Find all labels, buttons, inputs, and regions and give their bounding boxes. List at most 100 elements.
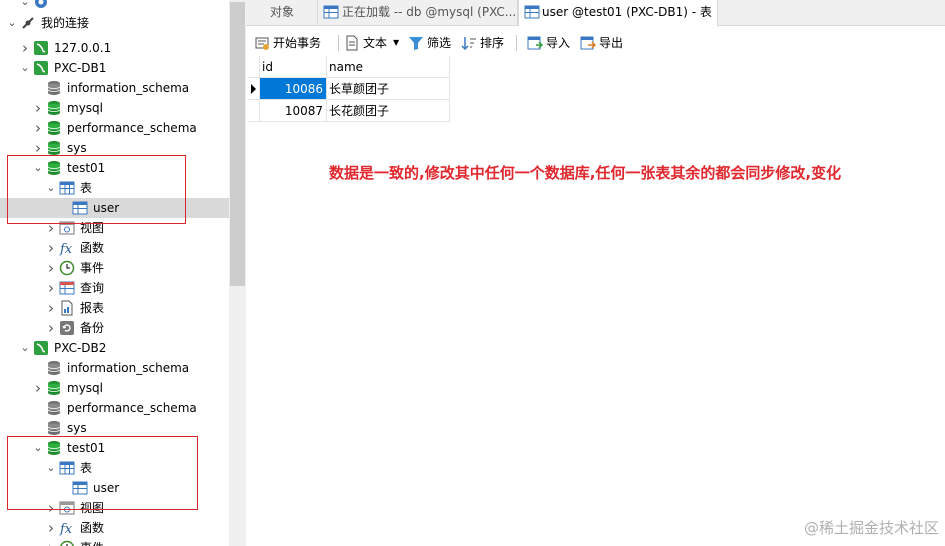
- chevron-right-icon[interactable]: ›: [45, 538, 57, 546]
- tab-label: 正在加载 -- db @mysql (PXC...: [342, 5, 517, 19]
- cell-name[interactable]: 长花颜团子: [327, 100, 450, 122]
- database-green-icon: [46, 140, 62, 156]
- tree-item-label: information_schema: [67, 81, 190, 95]
- tab-loading-db[interactable]: 正在加载 -- db @mysql (PXC...: [318, 0, 518, 25]
- server-icon: [33, 340, 49, 356]
- chevron-right-icon[interactable]: ›: [32, 118, 44, 138]
- tree-item[interactable]: ⌄: [0, 0, 229, 12]
- text-button[interactable]: 文本 ▼: [344, 32, 402, 54]
- tree-item-label: sys: [67, 421, 87, 435]
- tree-item[interactable]: › mysql: [0, 378, 229, 398]
- report-icon: [59, 300, 75, 316]
- row-indicator[interactable]: [248, 100, 260, 122]
- tree-item[interactable]: ⌄ PXC-DB1: [0, 58, 229, 78]
- toolbar: 开始事务 文本 ▼ 筛选 排序 导入 导出: [246, 30, 945, 56]
- sidebar-scrollbar-thumb[interactable]: [230, 2, 245, 286]
- chevron-right-icon[interactable]: ›: [45, 258, 57, 278]
- chevron-right-icon[interactable]: ›: [32, 98, 44, 118]
- sidebar-scrollbar[interactable]: [229, 0, 246, 546]
- tab-bar: 对象 正在加载 -- db @mysql (PXC... user @test0…: [246, 0, 945, 26]
- tab-objects[interactable]: 对象: [246, 0, 318, 25]
- sort-icon: [461, 37, 476, 51]
- tree-item-label: 报表: [80, 301, 105, 315]
- tree-item[interactable]: › performance_schema: [0, 118, 229, 138]
- chevron-right-icon[interactable]: ›: [45, 318, 57, 338]
- chevron-down-icon[interactable]: ⌄: [19, 338, 31, 358]
- sort-button[interactable]: 排序: [461, 32, 511, 54]
- tree-item-label: PXC-DB1: [54, 61, 107, 75]
- database-green-icon: [46, 100, 62, 116]
- query-icon: [59, 280, 75, 296]
- tree-item[interactable]: ⌄ 我的连接: [0, 13, 229, 33]
- clock-icon: [59, 260, 75, 276]
- database-gray-icon: [46, 400, 62, 416]
- chevron-right-icon[interactable]: ›: [45, 518, 57, 538]
- tree-item[interactable]: ⌄ PXC-DB2: [0, 338, 229, 358]
- begin-transaction-button[interactable]: 开始事务: [254, 32, 334, 54]
- table-icon: [524, 5, 540, 19]
- tab-label: user @test01 (PXC-DB1) - 表: [542, 5, 712, 19]
- event-icon: [33, 0, 49, 10]
- annotation-text: 数据是一致的,修改其中任何一个数据库,任何一张表其余的都会同步修改,变化: [329, 164, 842, 182]
- highlight-box-db1: [7, 155, 186, 224]
- tree-item-label: PXC-DB2: [54, 341, 107, 355]
- tree-item-label: 我的连接: [41, 16, 90, 30]
- tree-item[interactable]: › 事件: [0, 258, 229, 278]
- connection-icon: [20, 15, 36, 31]
- tree-item-label: performance_schema: [67, 401, 197, 415]
- filter-button[interactable]: 筛选: [408, 32, 458, 54]
- function-icon: fx: [59, 240, 75, 257]
- import-button[interactable]: 导入: [527, 32, 575, 54]
- chevron-down-icon[interactable]: ⌄: [19, 58, 31, 78]
- column-header-id[interactable]: id: [260, 56, 327, 78]
- row-indicator[interactable]: [248, 78, 260, 100]
- column-header-name[interactable]: name: [327, 56, 450, 78]
- tree-item[interactable]: information_schema: [0, 78, 229, 98]
- table-icon: [323, 5, 339, 19]
- chevron-down-icon[interactable]: ⌄: [6, 13, 18, 33]
- tree-item[interactable]: information_schema: [0, 358, 229, 378]
- chevron-right-icon[interactable]: ›: [45, 238, 57, 258]
- tree-item[interactable]: sys: [0, 418, 229, 438]
- svg-text:fx: fx: [59, 242, 73, 256]
- tree-item-label: information_schema: [67, 361, 190, 375]
- database-gray-icon: [46, 360, 62, 376]
- import-icon: [527, 36, 543, 50]
- cell-name[interactable]: 长草颜团子: [327, 78, 450, 100]
- tree-item[interactable]: › 事件: [0, 538, 229, 546]
- transaction-icon: [255, 37, 269, 50]
- tree-item[interactable]: › 备份: [0, 318, 229, 338]
- chevron-right-icon[interactable]: ›: [45, 298, 57, 318]
- tree-item-label: 事件: [80, 261, 105, 275]
- database-green-icon: [46, 120, 62, 136]
- database-gray-icon: [46, 80, 62, 96]
- tree-item[interactable]: › 127.0.0.1: [0, 38, 229, 58]
- chevron-right-icon[interactable]: ›: [45, 278, 57, 298]
- tree-item[interactable]: performance_schema: [0, 398, 229, 418]
- tree-item[interactable]: › fx 函数: [0, 518, 229, 538]
- tree-item-label: 127.0.0.1: [54, 41, 112, 55]
- filter-icon: [409, 37, 423, 50]
- tree-item[interactable]: › fx 函数: [0, 238, 229, 258]
- chevron-down-icon[interactable]: ⌄: [19, 0, 31, 12]
- chevron-right-icon[interactable]: ›: [19, 38, 31, 58]
- database-green-icon: [46, 380, 62, 396]
- tree-item-label: 函数: [80, 521, 105, 535]
- chevron-right-icon[interactable]: ›: [32, 378, 44, 398]
- tree-item-label: mysql: [67, 101, 103, 115]
- cell-id[interactable]: 10087: [260, 100, 327, 122]
- clock-icon: [59, 540, 75, 546]
- toolbar-divider: [338, 35, 339, 51]
- tab-user-table[interactable]: user @test01 (PXC-DB1) - 表: [518, 0, 718, 26]
- function-icon: fx: [59, 520, 75, 537]
- cell-id-selected[interactable]: 10086: [260, 78, 327, 100]
- export-button[interactable]: 导出: [580, 32, 628, 54]
- tree-item[interactable]: › 报表: [0, 298, 229, 318]
- tree-item-label: performance_schema: [67, 121, 197, 135]
- watermark: @稀土掘金技术社区: [803, 519, 939, 537]
- document-icon: [346, 35, 358, 51]
- database-gray-icon: [46, 420, 62, 436]
- tree-item[interactable]: › mysql: [0, 98, 229, 118]
- tree-item[interactable]: › 查询: [0, 278, 229, 298]
- svg-text:fx: fx: [59, 522, 73, 536]
